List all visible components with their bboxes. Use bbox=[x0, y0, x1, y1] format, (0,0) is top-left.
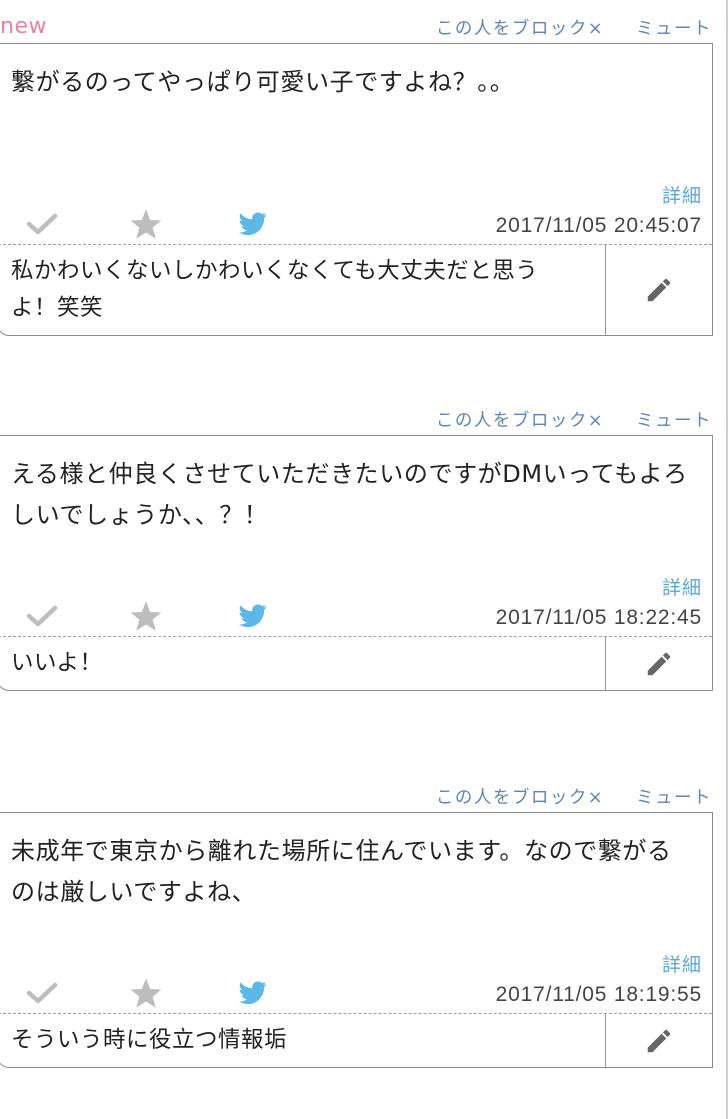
edit-reply-button[interactable] bbox=[605, 637, 712, 690]
post-actions: この人をブロック× ミュート bbox=[436, 404, 712, 434]
block-user-link[interactable]: この人をブロック× bbox=[436, 15, 604, 40]
mute-link[interactable]: ミュート bbox=[636, 407, 712, 432]
star-icon[interactable] bbox=[128, 598, 164, 634]
mute-link[interactable]: ミュート bbox=[636, 784, 712, 809]
check-icon[interactable] bbox=[24, 598, 60, 634]
twitter-icon[interactable] bbox=[235, 975, 271, 1011]
block-user-link[interactable]: この人をブロック× bbox=[436, 784, 604, 809]
edit-reply-button[interactable] bbox=[605, 1014, 712, 1067]
reply-text: 私かわいくないしかわいくなくても大丈夫だと思うよ！笑笑 bbox=[11, 258, 539, 321]
comment-section: 未成年で東京から離れた場所に住んでいます。なので繋がるのは厳しいですよね、 詳細… bbox=[0, 813, 712, 1014]
check-icon[interactable] bbox=[24, 206, 60, 242]
reply-section: 私かわいくないしかわいくなくても大丈夫だと思うよ！笑笑 bbox=[0, 245, 712, 335]
star-icon[interactable] bbox=[128, 206, 164, 242]
detail-link[interactable]: 詳細 bbox=[662, 950, 702, 977]
post-card: 未成年で東京から離れた場所に住んでいます。なので繋がるのは厳しいですよね、 詳細… bbox=[0, 812, 713, 1068]
pencil-icon bbox=[647, 278, 671, 302]
mute-link[interactable]: ミュート bbox=[636, 15, 712, 40]
post-1: この人をブロック× ミュート 繋がるのってやっぱり可愛い子ですよね？。。 詳細 … bbox=[0, 12, 728, 362]
comment-section: える様と仲良くさせていただきたいのですがDMいってもよろしいでしょうか、、？！ … bbox=[0, 436, 712, 637]
comment-text: 繋がるのってやっぱり可愛い子ですよね？。。 bbox=[11, 68, 515, 96]
post-timestamp: 2017/11/05 18:19:55 bbox=[495, 983, 702, 1006]
post-card: 繋がるのってやっぱり可愛い子ですよね？。。 詳細 2017/11/05 20:4… bbox=[0, 43, 713, 336]
block-user-link[interactable]: この人をブロック× bbox=[436, 407, 604, 432]
detail-link[interactable]: 詳細 bbox=[662, 181, 702, 208]
edit-reply-button[interactable] bbox=[605, 245, 712, 335]
reply-text: そういう時に役立つ情報垢 bbox=[11, 1027, 288, 1053]
reply-text: いいよ！ bbox=[11, 650, 103, 676]
twitter-icon[interactable] bbox=[235, 206, 271, 242]
post-3: この人をブロック× ミュート 未成年で東京から離れた場所に住んでいます。なので繋… bbox=[0, 781, 728, 1116]
comment-section: 繋がるのってやっぱり可愛い子ですよね？。。 詳細 2017/11/05 20:4… bbox=[0, 44, 712, 245]
pencil-icon bbox=[647, 652, 671, 675]
pencil-icon bbox=[647, 1029, 671, 1052]
comment-text: える様と仲良くさせていただきたいのですがDMいってもよろしいでしょうか、、？！ bbox=[11, 460, 688, 529]
post-2: この人をブロック× ミュート える様と仲良くさせていただきたいのですがDMいって… bbox=[0, 404, 728, 739]
post-timestamp: 2017/11/05 20:45:07 bbox=[495, 214, 702, 237]
post-actions: この人をブロック× ミュート bbox=[436, 12, 712, 42]
reply-section: そういう時に役立つ情報垢 bbox=[0, 1014, 712, 1067]
post-timestamp: 2017/11/05 18:22:45 bbox=[495, 606, 702, 629]
comment-text: 未成年で東京から離れた場所に住んでいます。なので繋がるのは厳しいですよね、 bbox=[11, 837, 672, 906]
post-card: える様と仲良くさせていただきたいのですがDMいってもよろしいでしょうか、、？！ … bbox=[0, 435, 713, 691]
star-icon[interactable] bbox=[128, 975, 164, 1011]
detail-link[interactable]: 詳細 bbox=[662, 573, 702, 600]
check-icon[interactable] bbox=[24, 975, 60, 1011]
twitter-icon[interactable] bbox=[235, 598, 271, 634]
post-actions: この人をブロック× ミュート bbox=[436, 781, 712, 811]
reply-section: いいよ！ bbox=[0, 637, 712, 690]
